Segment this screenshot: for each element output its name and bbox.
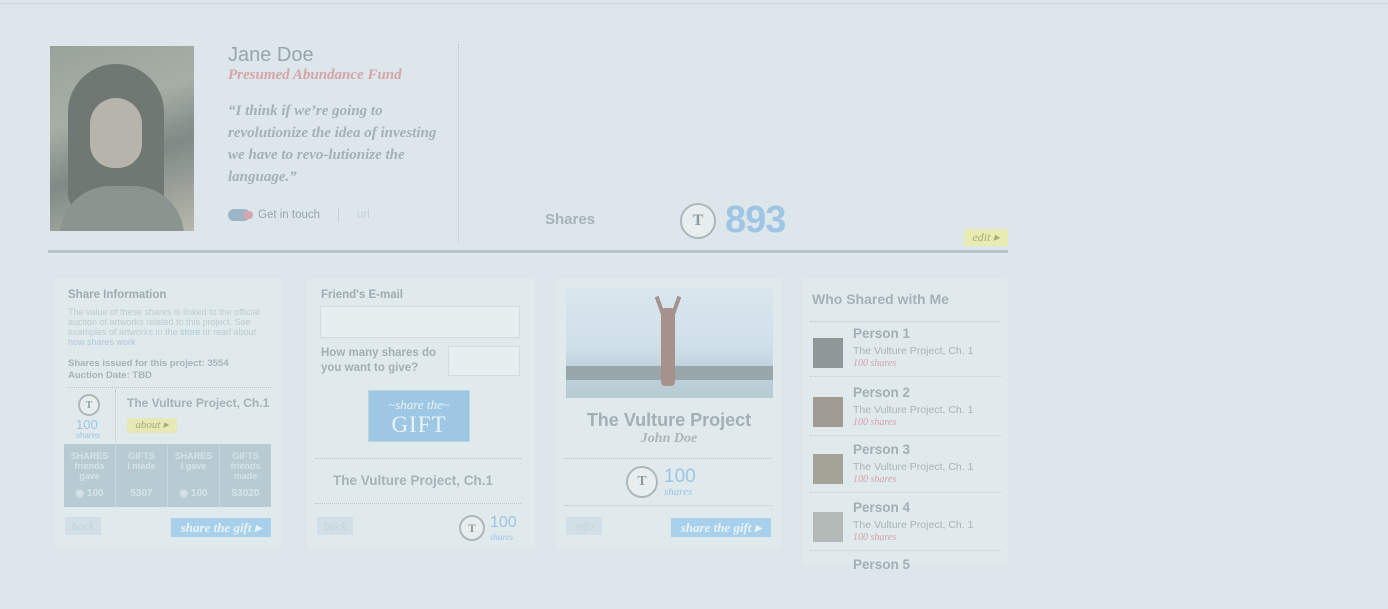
gift-share-unit: shares	[490, 532, 514, 542]
shares-count: 893	[725, 199, 786, 241]
person-name[interactable]: Person 4	[853, 500, 910, 515]
fund-name[interactable]: Presumed Abundance Fund	[228, 67, 402, 84]
share-the-gift-big-button[interactable]: ~share the~ GIFT	[368, 390, 470, 442]
share-description: The value of these shares is linked to t…	[68, 307, 260, 347]
how-shares-work-link[interactable]: how shares work	[68, 337, 136, 347]
divider	[338, 208, 340, 222]
get-in-touch-link[interactable]: Get in touch	[258, 209, 320, 221]
person-project: The Vulture Project, Ch. 1	[853, 404, 974, 416]
header-divider	[458, 44, 459, 242]
shares-label: Shares	[545, 211, 596, 228]
divider	[68, 387, 271, 388]
gift-share-count: 100	[490, 514, 517, 531]
stat-shares-i-gave: SHARES I gave ◉ 100	[168, 444, 220, 507]
header-rule	[48, 250, 1008, 253]
project-share-unit: shares	[664, 486, 693, 498]
person-project: The Vulture Project, Ch. 1	[853, 345, 974, 357]
divider	[564, 458, 772, 459]
divider	[315, 458, 521, 459]
share-token-icon: ◉	[179, 488, 189, 499]
about-button[interactable]: about ▸	[127, 418, 177, 433]
person-shares: 100 shares	[853, 417, 897, 428]
share-quantity-input[interactable]	[448, 346, 520, 376]
profile-quote: “I think if we’re going to revolutionize…	[228, 103, 437, 185]
avatar	[813, 512, 843, 542]
avatar	[813, 397, 843, 427]
holding-unit: shares	[76, 431, 101, 440]
project-card-panel: The Vulture Project John Doe T 100 share…	[556, 278, 782, 548]
email-label: Friend's E-mail	[321, 289, 403, 301]
person-project: The Vulture Project, Ch. 1	[853, 461, 974, 473]
divider	[315, 503, 521, 504]
person-shares: 100 shares	[853, 358, 897, 369]
who-shared-panel: Who Shared with Me Person 1 The Vulture …	[802, 278, 1008, 572]
avatar	[813, 454, 843, 484]
holding-count: 100	[76, 417, 98, 432]
url-link[interactable]: url	[357, 209, 370, 221]
divider	[115, 390, 116, 442]
person-shares: 100 shares	[853, 474, 897, 485]
back-button[interactable]: back	[65, 517, 101, 535]
panel-title: Who Shared with Me	[812, 291, 949, 307]
person-name[interactable]: Person 1	[853, 326, 910, 341]
share-information-panel: Share Information The value of these sha…	[54, 278, 282, 548]
list-item[interactable]: Person 3 The Vulture Project, Ch. 1 100 …	[810, 442, 1002, 494]
top-border	[0, 3, 1388, 4]
avatar	[813, 338, 843, 368]
stat-gifts-i-made: GIFTS I made 5307	[116, 444, 168, 507]
share-token-icon: T	[626, 466, 658, 498]
divider	[564, 505, 772, 506]
store-link[interactable]: store	[180, 327, 200, 337]
share-stats: SHARES friends gave ◉ 100 GIFTS I made 5307 …	[64, 444, 271, 507]
person-name[interactable]: Person 3	[853, 442, 910, 457]
back-button[interactable]: back	[317, 517, 353, 535]
share-token-icon: T	[680, 203, 716, 239]
share-token-icon: T	[459, 515, 485, 541]
project-title[interactable]: The Vulture Project, Ch.1	[127, 396, 269, 410]
divider	[810, 321, 1000, 322]
project-share-count: 100	[664, 466, 696, 487]
project-title: The Vulture Project, Ch.1	[333, 473, 494, 488]
list-item[interactable]: Person 2 The Vulture Project, Ch. 1 100 …	[810, 385, 1002, 437]
person-project: The Vulture Project, Ch. 1	[853, 519, 974, 531]
edit-button[interactable]: edit ▸	[964, 229, 1008, 246]
list-item[interactable]: Person 1 The Vulture Project, Ch. 1 100 …	[810, 326, 1002, 378]
share-token-icon: ◉	[75, 488, 85, 499]
person-shares: 100 shares	[853, 532, 897, 543]
panel-title: Share Information	[68, 289, 167, 301]
share-token-icon: T	[78, 394, 100, 416]
project-title[interactable]: The Vulture Project	[556, 410, 782, 431]
gift-form-panel: Friend's E-mail How many shares do you w…	[307, 278, 535, 548]
project-author: John Doe	[640, 431, 698, 446]
profile-name: Jane Doe	[228, 44, 314, 66]
info-button[interactable]: info	[566, 517, 602, 535]
stat-gifts-friends-made: GIFTS friends made 53020	[230, 451, 261, 499]
friend-email-input[interactable]	[320, 306, 520, 338]
share-quantity-label: How many shares do you want to give?	[321, 347, 437, 374]
list-item[interactable]: Person 4 The Vulture Project, Ch. 1 100 …	[810, 500, 1002, 552]
stat-shares-friends-gave: SHARES friends gave ◉ 100	[64, 444, 116, 507]
issued-info: Shares issued for this project: 3554 Auc…	[68, 358, 229, 381]
speech-bubble-icon	[228, 209, 253, 221]
person-name[interactable]: Person 2	[853, 385, 910, 400]
project-image[interactable]	[566, 288, 773, 398]
profile-photo	[50, 46, 194, 231]
contact-row: Get in touch url	[228, 208, 370, 222]
share-the-gift-button[interactable]: share the gift ▸	[171, 518, 271, 537]
share-the-gift-button[interactable]: share the gift ▸	[671, 518, 771, 537]
